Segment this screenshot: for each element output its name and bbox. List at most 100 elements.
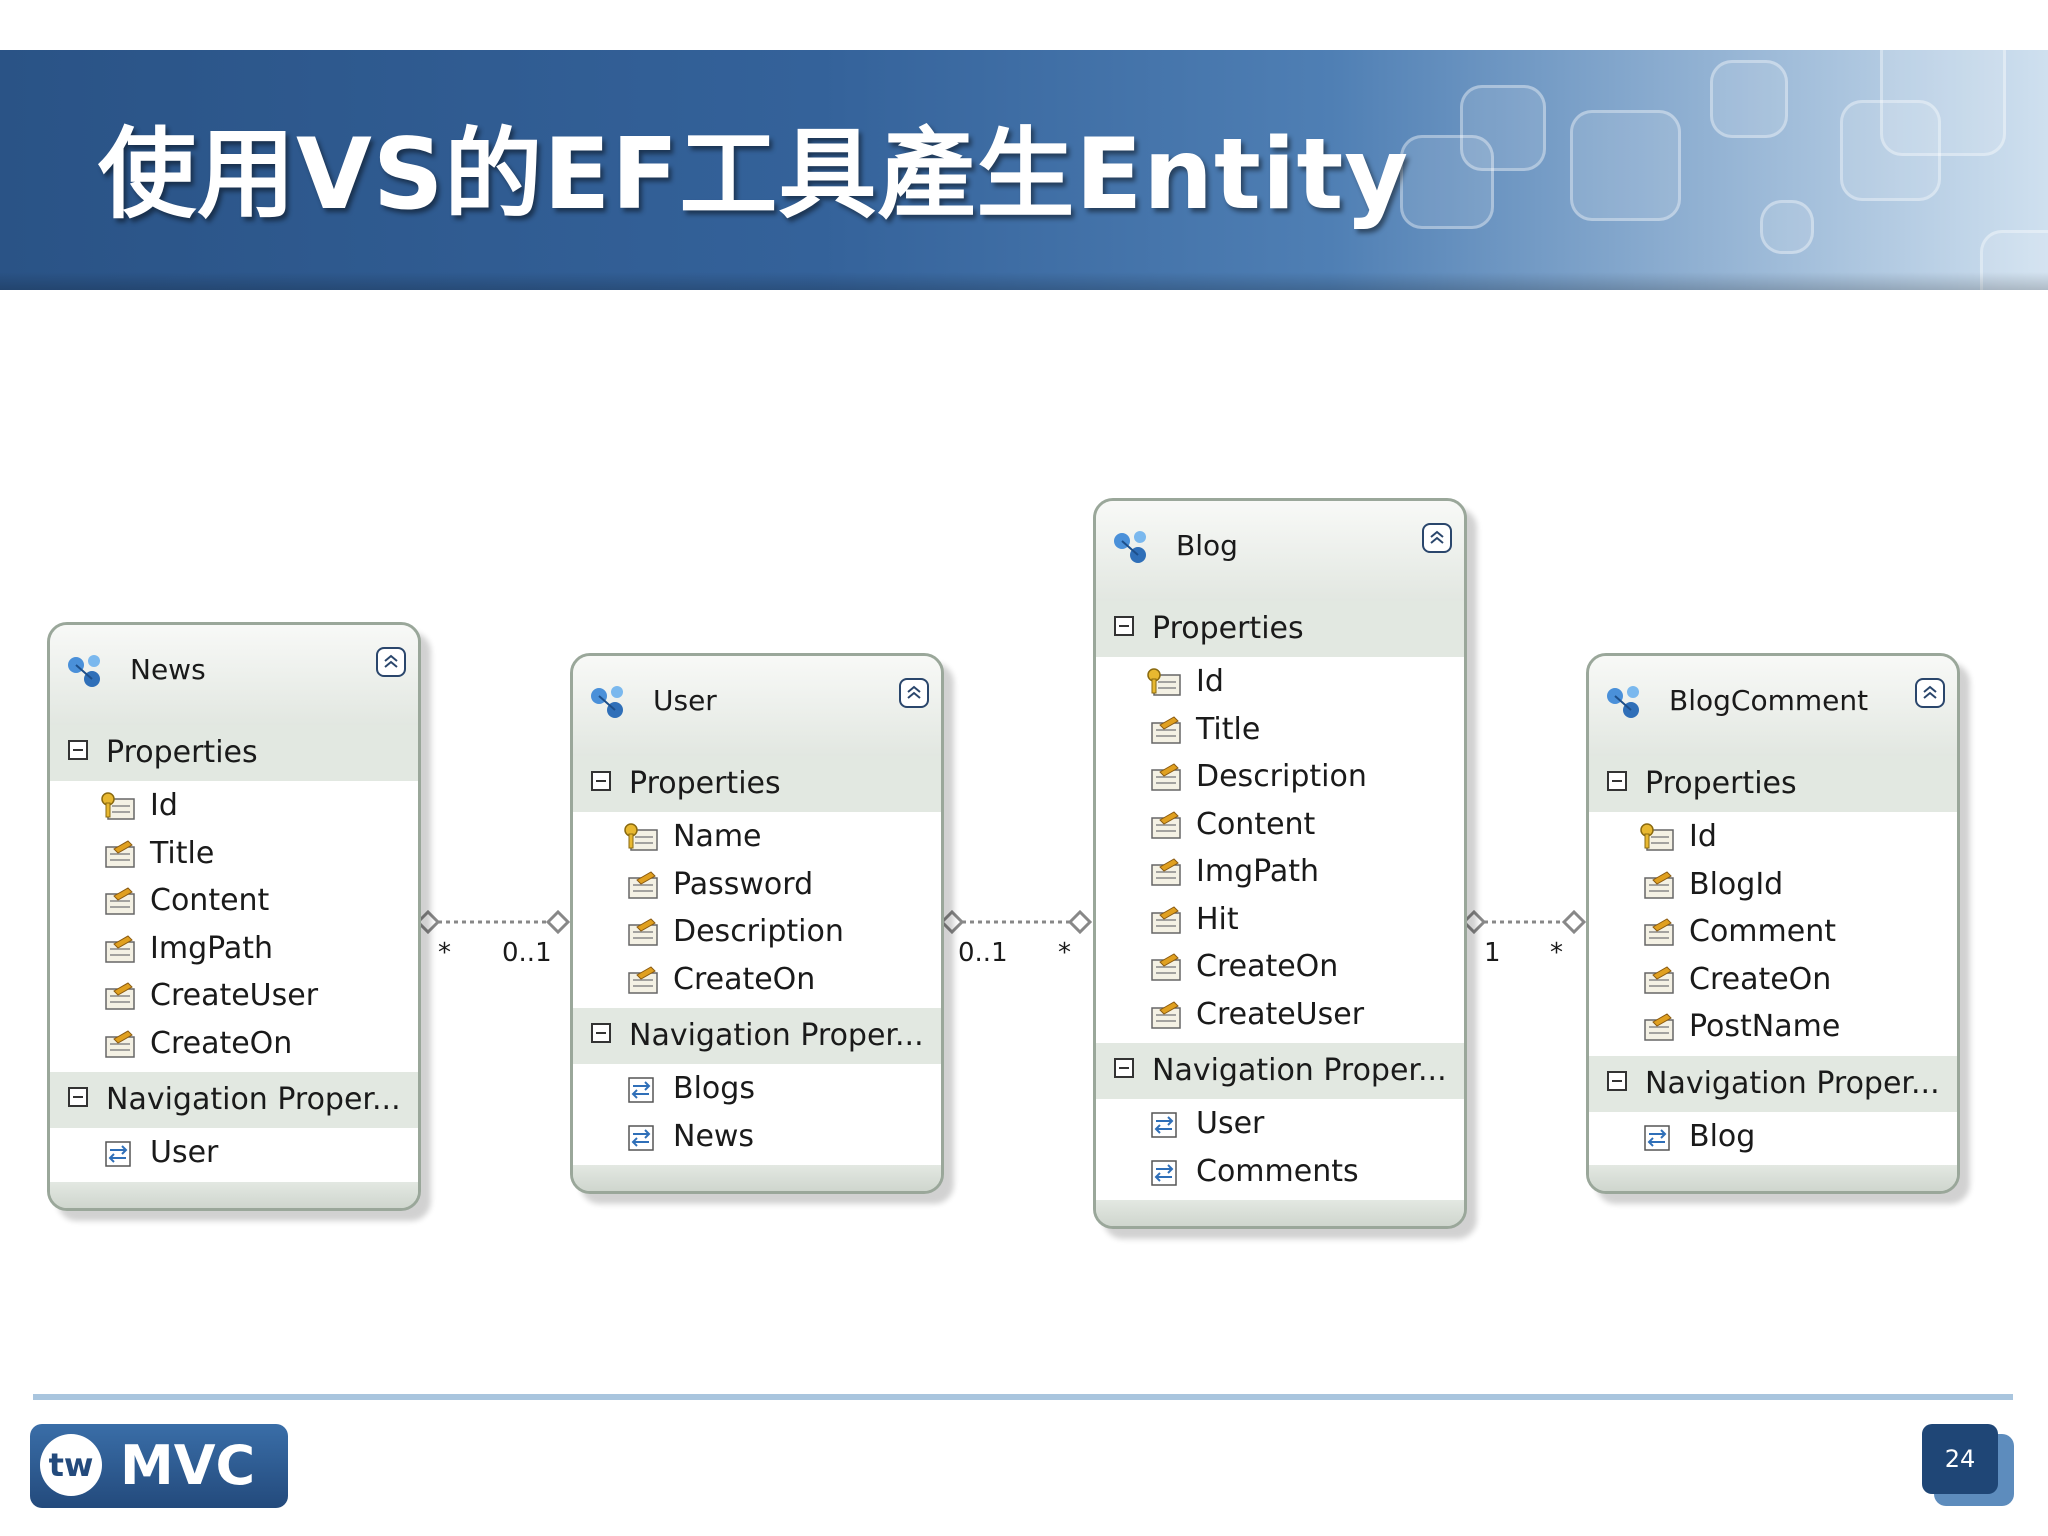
property-name: Id bbox=[1196, 664, 1224, 699]
collapse-chevron-icon[interactable] bbox=[899, 678, 929, 708]
property-name: Password bbox=[673, 866, 814, 902]
minus-toggle-icon[interactable] bbox=[68, 740, 88, 760]
entity-header[interactable]: User bbox=[573, 656, 941, 756]
property-row[interactable]: BlogId bbox=[1589, 862, 1957, 910]
minus-toggle-icon[interactable] bbox=[591, 1023, 611, 1043]
scalar-property-icon bbox=[623, 870, 661, 902]
entity-blog[interactable]: Blog Properties Id Title Description Conten… bbox=[1093, 498, 1467, 1229]
property-row[interactable]: Name bbox=[573, 814, 941, 862]
entity-header[interactable]: BlogComment bbox=[1589, 656, 1957, 756]
minus-toggle-icon[interactable] bbox=[68, 1087, 88, 1107]
property-row[interactable]: CreateOn bbox=[1589, 957, 1957, 1005]
property-row[interactable]: CreateOn bbox=[1096, 944, 1464, 992]
minus-toggle-icon[interactable] bbox=[1607, 1070, 1627, 1091]
property-row[interactable]: CreateOn bbox=[50, 1021, 418, 1069]
property-name: Id bbox=[1689, 819, 1717, 854]
collapse-chevron-icon[interactable] bbox=[1422, 523, 1452, 553]
navigation-property-icon bbox=[623, 1074, 661, 1106]
properties-label: Properties bbox=[629, 766, 781, 801]
collapse-chevron-icon[interactable] bbox=[376, 647, 406, 677]
scalar-property-icon bbox=[1639, 917, 1677, 949]
navigation-row[interactable]: Blog bbox=[1589, 1114, 1957, 1162]
property-row[interactable]: CreateUser bbox=[1096, 992, 1464, 1040]
association-news-user bbox=[415, 909, 571, 935]
property-row[interactable]: CreateUser bbox=[50, 973, 418, 1021]
multiplicity-blog-many: * bbox=[1058, 938, 1071, 968]
minus-toggle-icon[interactable] bbox=[1607, 771, 1627, 791]
properties-section-header[interactable]: Properties bbox=[1096, 601, 1464, 657]
minus-toggle-icon[interactable] bbox=[591, 771, 611, 791]
navigation-property-icon bbox=[100, 1138, 138, 1170]
navigation-section-header[interactable]: Navigation Proper... bbox=[1096, 1043, 1464, 1099]
property-row[interactable]: Description bbox=[1096, 754, 1464, 802]
property-row[interactable]: PostName bbox=[1589, 1004, 1957, 1052]
footer-divider bbox=[33, 1394, 2013, 1400]
entity-name: BlogComment bbox=[1669, 684, 1869, 717]
navigation-property-name: News bbox=[673, 1118, 755, 1154]
properties-section-header[interactable]: Properties bbox=[1589, 756, 1957, 812]
property-row[interactable]: Id bbox=[1096, 659, 1464, 707]
scalar-property-icon bbox=[1146, 762, 1184, 794]
property-row[interactable]: Comment bbox=[1589, 909, 1957, 957]
minus-toggle-icon[interactable] bbox=[1114, 1058, 1134, 1078]
entity-user[interactable]: User Properties Name Password Description C… bbox=[570, 653, 944, 1194]
entity-footer bbox=[50, 1181, 418, 1208]
collapse-chevron-icon[interactable] bbox=[1915, 678, 1945, 708]
navigation-property-name: Comments bbox=[1196, 1153, 1359, 1189]
property-name: Id bbox=[150, 788, 178, 823]
key-property-icon bbox=[1146, 667, 1184, 699]
properties-label: Properties bbox=[106, 735, 258, 770]
property-name: Content bbox=[1196, 806, 1316, 842]
property-row[interactable]: ImgPath bbox=[1096, 849, 1464, 897]
property-name: Hit bbox=[1196, 901, 1239, 937]
twmvc-logo: tw MVC bbox=[30, 1424, 288, 1508]
entity-news[interactable]: News Properties Id Title Content ImgPath Cre… bbox=[47, 622, 421, 1211]
entity-header[interactable]: Blog bbox=[1096, 501, 1464, 601]
scalar-property-icon bbox=[100, 981, 138, 1013]
navigation-label: Navigation Proper... bbox=[629, 1018, 924, 1053]
property-name: Content bbox=[150, 883, 270, 918]
association-user-blog bbox=[939, 909, 1093, 935]
entity-name: User bbox=[653, 684, 717, 717]
property-row[interactable]: Id bbox=[50, 783, 418, 831]
property-row[interactable]: CreateOn bbox=[573, 957, 941, 1005]
scalar-property-icon bbox=[100, 839, 138, 871]
minus-toggle-icon[interactable] bbox=[1114, 616, 1134, 636]
navigation-property-icon bbox=[1146, 1109, 1184, 1141]
properties-section-header[interactable]: Properties bbox=[573, 756, 941, 812]
property-row[interactable]: Description bbox=[573, 909, 941, 957]
navigation-property-name: Blogs bbox=[673, 1071, 755, 1106]
property-name: Comment bbox=[1689, 914, 1836, 949]
property-row[interactable]: Hit bbox=[1096, 897, 1464, 945]
entity-header[interactable]: News bbox=[50, 625, 418, 725]
navigation-section-header[interactable]: Navigation Proper... bbox=[50, 1072, 418, 1128]
navigation-label: Navigation Proper... bbox=[106, 1082, 401, 1117]
page-number: 24 bbox=[1922, 1424, 1998, 1494]
entity-type-icon bbox=[1607, 686, 1639, 718]
property-row[interactable]: Title bbox=[50, 831, 418, 879]
property-row[interactable]: ImgPath bbox=[50, 926, 418, 974]
properties-section-header[interactable]: Properties bbox=[50, 725, 418, 781]
entity-type-icon bbox=[68, 655, 100, 687]
property-name: CreateUser bbox=[1196, 996, 1365, 1032]
navigation-section-header[interactable]: Navigation Proper... bbox=[573, 1008, 941, 1064]
property-row[interactable]: Content bbox=[50, 878, 418, 926]
navigation-row[interactable]: News bbox=[573, 1114, 941, 1162]
navigation-section-header[interactable]: Navigation Proper... bbox=[1589, 1055, 1957, 1112]
property-name: Name bbox=[673, 819, 762, 854]
scalar-property-icon bbox=[623, 917, 661, 949]
navigation-row[interactable]: User bbox=[1096, 1101, 1464, 1149]
entity-blogcomment[interactable]: BlogComment Properties Id BlogId Comment Cr… bbox=[1586, 653, 1960, 1194]
navigation-row[interactable]: User bbox=[50, 1130, 418, 1178]
property-row[interactable]: Title bbox=[1096, 707, 1464, 755]
property-row[interactable]: Id bbox=[1589, 814, 1957, 862]
navigation-row[interactable]: Comments bbox=[1096, 1149, 1464, 1197]
property-name: CreateOn bbox=[1196, 949, 1339, 984]
navigation-row[interactable]: Blogs bbox=[573, 1066, 941, 1114]
scalar-property-icon bbox=[1146, 715, 1184, 747]
property-row[interactable]: Content bbox=[1096, 802, 1464, 850]
multiplicity-user-zero-one: 0..1 bbox=[502, 938, 552, 968]
property-name: CreateOn bbox=[1689, 961, 1832, 997]
scalar-property-icon bbox=[100, 1029, 138, 1061]
property-row[interactable]: Password bbox=[573, 862, 941, 910]
